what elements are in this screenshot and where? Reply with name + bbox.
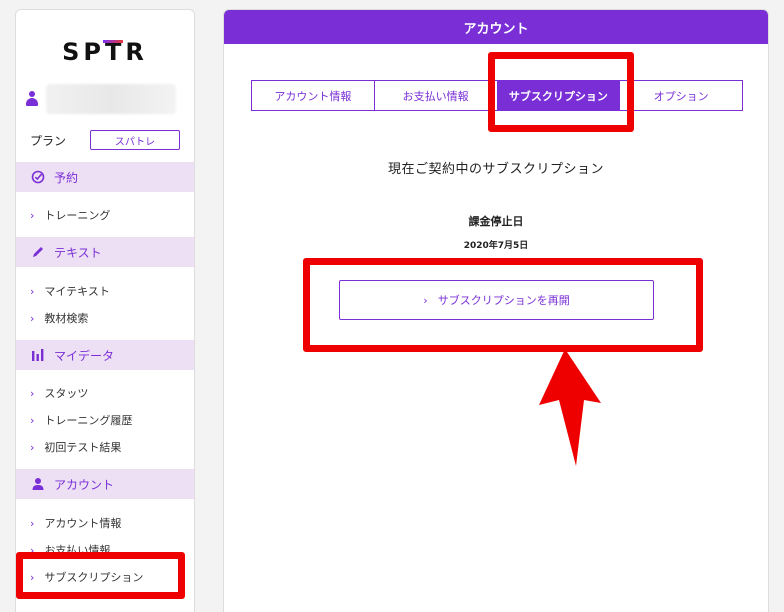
- sidebar-section-reservation: 予約: [16, 162, 194, 192]
- user-info: [26, 84, 192, 114]
- account-tabs: アカウント情報 お支払い情報 サブスクリプション オプション: [251, 80, 743, 111]
- chevron-right-icon: ›: [30, 570, 35, 584]
- sidebar-section-label: アカウント: [54, 477, 115, 492]
- user-icon: [26, 91, 38, 107]
- chevron-right-icon: ›: [30, 413, 35, 427]
- account-panel: アカウント アカウント情報 お支払い情報 サブスクリプション オプション 現在ご…: [223, 9, 769, 612]
- chevron-right-icon: ›: [30, 208, 35, 222]
- billing-stop-label: 課金停止日: [468, 215, 524, 228]
- sidebar-item-training-history[interactable]: › トレーニング履歴: [30, 412, 132, 428]
- sidebar-section-my-data: マイデータ: [16, 340, 194, 370]
- tab-account-info[interactable]: アカウント情報: [252, 81, 375, 110]
- page-title: アカウント: [224, 10, 768, 44]
- plan-label: プラン: [30, 133, 67, 148]
- tab-payment-info[interactable]: お支払い情報: [375, 81, 498, 110]
- pencil-icon: [30, 244, 46, 260]
- sidebar-item-material-search[interactable]: › 教材検索: [30, 310, 88, 326]
- red-arrow-icon: [539, 349, 601, 466]
- chevron-right-icon: ›: [30, 311, 35, 325]
- plan-row: プラン スパトレ: [30, 130, 194, 150]
- tab-subscription[interactable]: サブスクリプション: [497, 81, 621, 110]
- sidebar-section-account: アカウント: [16, 469, 194, 499]
- sidebar-item-label: 教材検索: [44, 312, 89, 325]
- chevron-right-icon: ›: [30, 516, 35, 530]
- sidebar-item-label: スタッツ: [44, 387, 89, 400]
- bar-chart-icon: [30, 347, 46, 363]
- sidebar-item-payment-info[interactable]: › お支払い情報: [30, 542, 110, 558]
- sidebar-item-initial-test-results[interactable]: › 初回テスト結果: [30, 439, 121, 455]
- plan-badge: スパトレ: [90, 130, 180, 150]
- resume-subscription-button[interactable]: › サブスクリプションを再開: [339, 280, 654, 320]
- chevron-right-icon: ›: [30, 543, 35, 557]
- chevron-right-icon: ›: [30, 440, 35, 454]
- sidebar-item-label: アカウント情報: [44, 517, 122, 530]
- sidebar-item-label: トレーニング履歴: [44, 414, 133, 427]
- person-icon: [30, 476, 46, 492]
- sidebar-item-my-text[interactable]: › マイテキスト: [30, 283, 110, 299]
- sptr-logo[interactable]: SPTR: [16, 38, 194, 66]
- current-subscription-heading: 現在ご契約中のサブスクリプション: [387, 162, 604, 177]
- chevron-right-icon: ›: [30, 284, 35, 298]
- sidebar-section-label: マイデータ: [54, 348, 115, 363]
- sidebar-item-subscription[interactable]: › サブスクリプション: [30, 569, 143, 585]
- sidebar-section-label: 予約: [54, 170, 79, 185]
- sidebar-item-label: トレーニング: [44, 209, 111, 222]
- check-circle-icon: [30, 169, 46, 185]
- sidebar-item-training[interactable]: › トレーニング: [30, 207, 110, 223]
- chevron-right-icon: ›: [423, 293, 428, 307]
- resume-subscription-label: サブスクリプションを再開: [437, 294, 570, 307]
- sidebar-item-account-info[interactable]: › アカウント情報: [30, 515, 121, 531]
- sidebar-item-label: マイテキスト: [44, 285, 110, 298]
- user-name-redacted: [46, 84, 176, 114]
- page-root: SPTR プラン スパトレ 予約 › トレーニング テキスト › マイテキスト …: [0, 0, 784, 612]
- sidebar-section-label: テキスト: [54, 245, 102, 260]
- billing-stop-date: 2020年7月5日: [463, 241, 529, 251]
- sidebar-item-label: サブスクリプション: [44, 571, 144, 584]
- tab-options[interactable]: オプション: [620, 81, 742, 110]
- sidebar-item-label: 初回テスト結果: [44, 441, 122, 454]
- sidebar-item-label: お支払い情報: [44, 544, 111, 557]
- sidebar: SPTR プラン スパトレ 予約 › トレーニング テキスト › マイテキスト …: [15, 9, 195, 612]
- sidebar-item-stats[interactable]: › スタッツ: [30, 385, 88, 401]
- sidebar-section-text: テキスト: [16, 237, 194, 267]
- chevron-right-icon: ›: [30, 386, 35, 400]
